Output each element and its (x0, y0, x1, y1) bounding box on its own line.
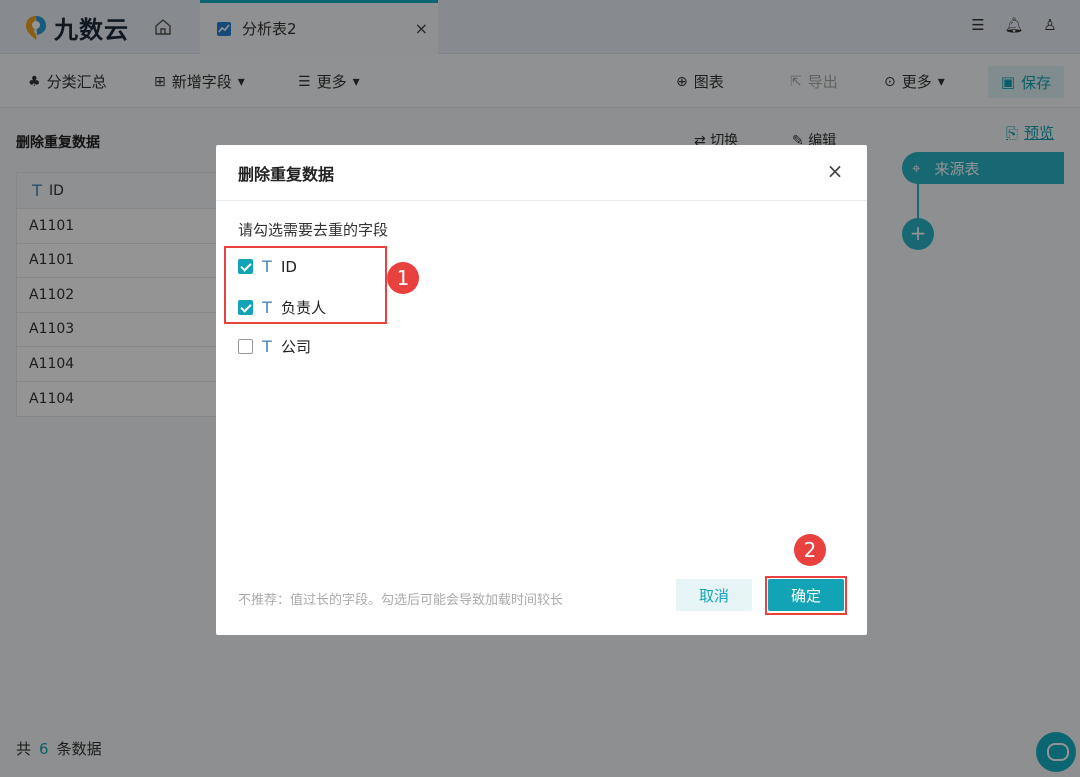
dialog-header: 删除重复数据 (216, 145, 867, 201)
dialog-title: 删除重复数据 (238, 164, 335, 184)
close-icon[interactable]: × (825, 161, 845, 181)
dedupe-dialog: 删除重复数据 × 请勾选需要去重的字段 T ID T 负责人 T 公司 1 不推… (216, 145, 867, 635)
field-label: 公司 (281, 338, 312, 356)
annotation-box-fields (224, 246, 387, 324)
cancel-button[interactable]: 取消 (676, 579, 752, 611)
field-option-company[interactable]: T 公司 (238, 336, 311, 357)
dialog-hint: 请勾选需要去重的字段 (238, 221, 389, 239)
annotation-box-confirm (765, 576, 847, 615)
dialog-note: 不推荐：值过长的字段。勾选后可能会导致加载时间较长 (238, 593, 564, 608)
text-type-icon: T (262, 337, 272, 356)
annotation-badge-2: 2 (794, 534, 826, 566)
annotation-badge-1: 1 (387, 262, 419, 294)
checkbox-unchecked-icon[interactable] (238, 339, 253, 354)
